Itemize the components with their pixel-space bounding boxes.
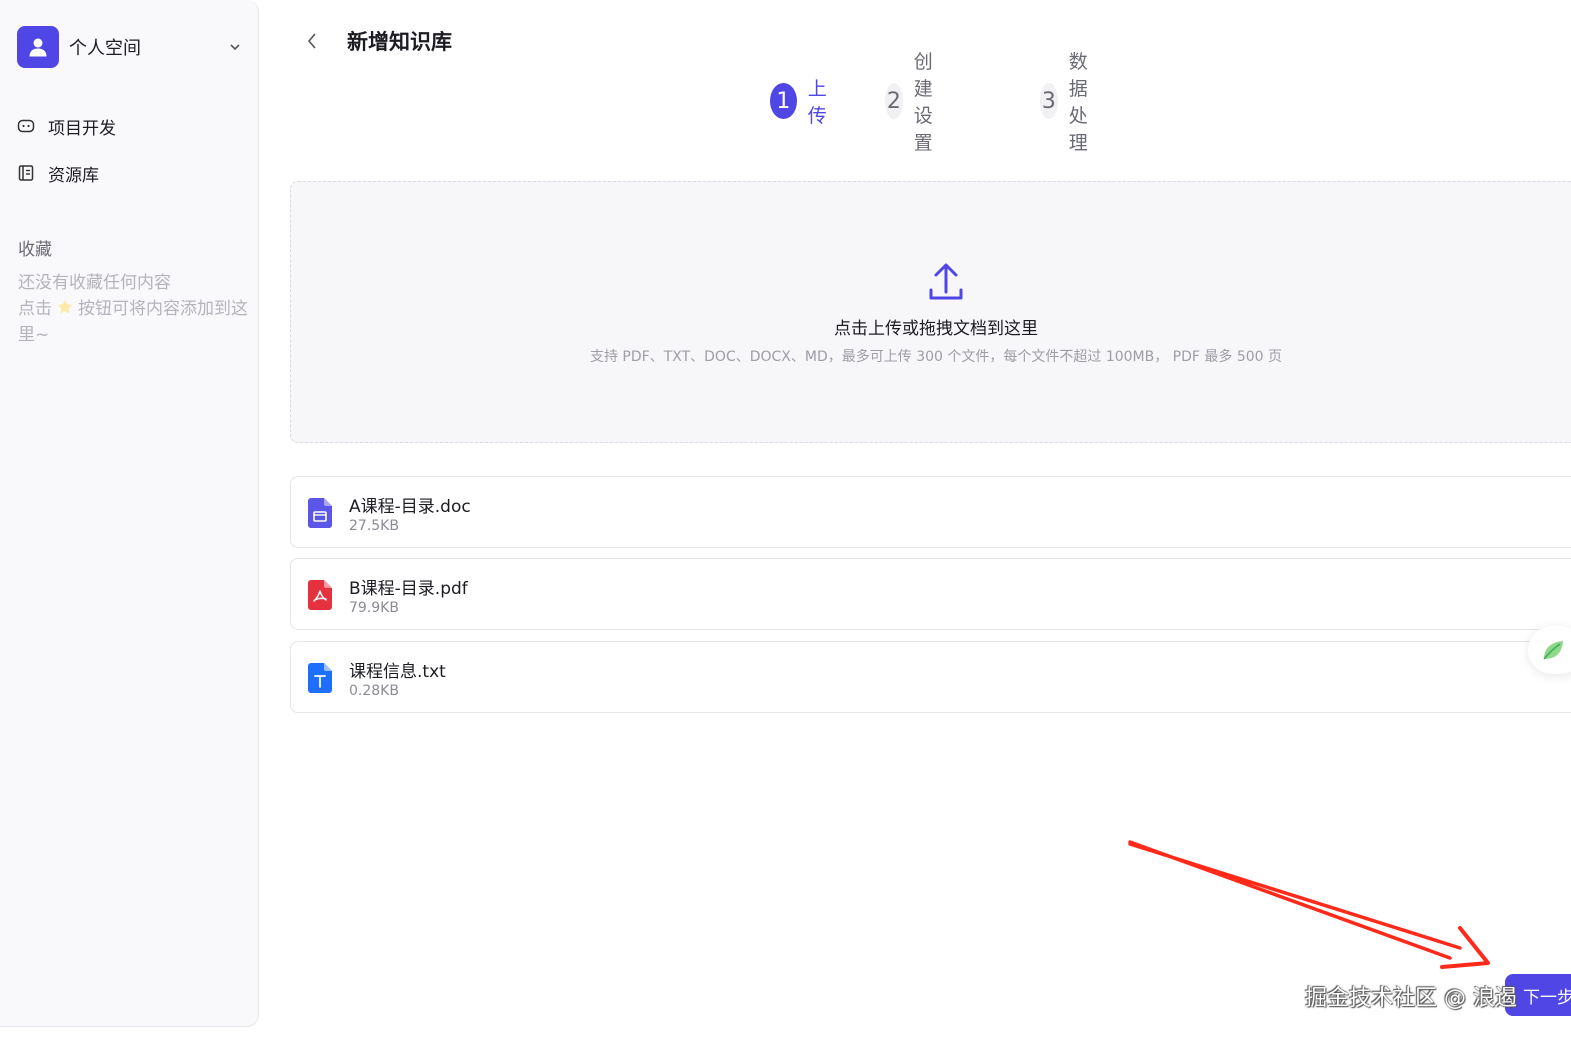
workspace-switcher[interactable]: 个人空间 xyxy=(17,25,245,69)
file-name: A课程-目录.doc xyxy=(349,497,471,517)
upload-icon xyxy=(929,263,963,300)
page-title: 新增知识库 xyxy=(347,30,452,54)
step-label: 上传 xyxy=(807,78,827,127)
chevron-left-icon xyxy=(307,33,316,49)
pdf-file-icon xyxy=(308,580,332,610)
chevron-down-icon xyxy=(225,37,245,57)
sidebar-item-label: 项目开发 xyxy=(48,118,116,139)
favorites-empty-hint: 点击 按钮可将内容添加到这里~ xyxy=(18,296,250,348)
step-upload: 1 上传 xyxy=(770,78,836,127)
favorites-hint-suffix: 按钮可将内容添加到这里~ xyxy=(18,299,248,345)
leaf-icon xyxy=(1543,641,1563,660)
file-size: 0.28KB xyxy=(349,683,399,699)
favorites-empty-text: 还没有收藏任何内容 点击 按钮可将内容添加到这里~ xyxy=(18,270,250,348)
upload-dropzone[interactable]: 点击上传或拖拽文档到这里 支持 PDF、TXT、DOC、DOCX、MD，最多可上… xyxy=(290,181,1571,443)
watermark: 掘金技术社区 @ 浪遏 xyxy=(1305,986,1517,1011)
sidebar-item-library[interactable]: 资源库 xyxy=(17,157,237,189)
back-button[interactable] xyxy=(300,28,324,54)
favorites-hint-prefix: 点击 xyxy=(18,299,52,319)
file-item[interactable]: 课程信息.txt 0.28KB xyxy=(290,641,1571,713)
step-label: 数据处理 xyxy=(1068,51,1088,154)
file-item[interactable]: B课程-目录.pdf 79.9KB xyxy=(290,558,1571,630)
assistant-float-button[interactable] xyxy=(1528,626,1571,674)
file-size: 79.9KB xyxy=(349,600,399,616)
step-settings: 2 创建设置 xyxy=(885,51,951,154)
file-size: 27.5KB xyxy=(349,518,399,534)
sidebar: 个人空间 项目开发 资源库 收藏 还没有收藏任何内容 点击 按钮可将内容添加到这… xyxy=(0,0,259,1027)
sidebar-item-label: 资源库 xyxy=(48,165,99,186)
user-icon xyxy=(29,38,47,57)
bot-icon xyxy=(17,117,35,135)
sidebar-item-projects[interactable]: 项目开发 xyxy=(17,110,237,142)
workspace-avatar xyxy=(17,26,59,68)
library-icon xyxy=(17,164,35,182)
file-item[interactable]: A课程-目录.doc 27.5KB xyxy=(290,476,1571,548)
workspace-name: 个人空间 xyxy=(69,38,141,59)
step-label: 创建设置 xyxy=(913,51,933,154)
step-number: 3 xyxy=(1040,83,1058,119)
file-name: B课程-目录.pdf xyxy=(349,579,468,599)
app-root: 个人空间 项目开发 资源库 收藏 还没有收藏任何内容 点击 按钮可将内容添加到这… xyxy=(0,0,1571,1039)
star-icon xyxy=(57,299,73,314)
upload-hint: 支持 PDF、TXT、DOC、DOCX、MD，最多可上传 300 个文件，每个文… xyxy=(589,349,1283,365)
annotation-arrow xyxy=(1128,840,1490,969)
favorites-empty-line: 还没有收藏任何内容 xyxy=(18,273,171,293)
step-number: 1 xyxy=(770,83,797,119)
txt-file-icon xyxy=(308,663,332,693)
favorites-title: 收藏 xyxy=(18,240,52,260)
step-number: 2 xyxy=(885,83,903,119)
upload-title: 点击上传或拖拽文档到这里 xyxy=(834,319,1038,339)
file-name: 课程信息.txt xyxy=(349,662,446,682)
step-processing: 3 数据处理 xyxy=(1040,51,1106,154)
doc-file-icon xyxy=(308,498,332,528)
